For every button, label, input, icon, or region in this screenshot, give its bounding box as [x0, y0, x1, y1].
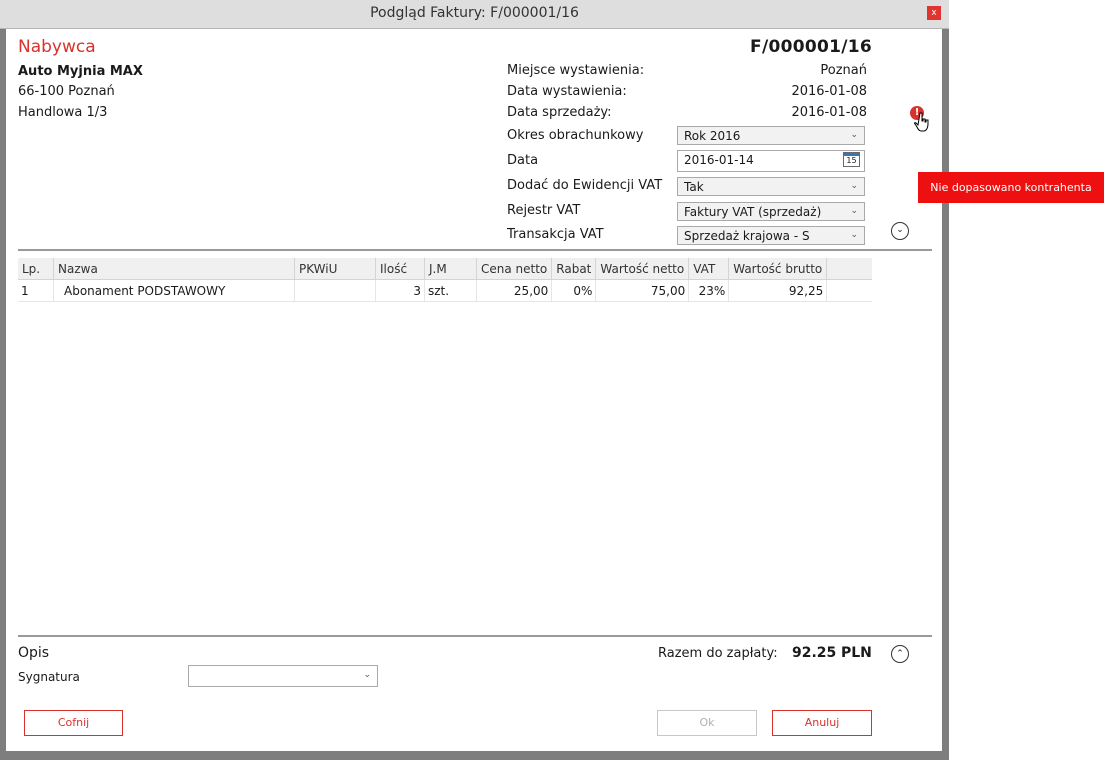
buyer-heading: Nabywca: [18, 37, 96, 57]
column-header[interactable]: Cena netto: [476, 258, 553, 280]
column-header[interactable]: Rabat: [551, 258, 597, 280]
chevron-down-icon: ⌄: [850, 130, 858, 140]
place-label: Miejsce wystawienia:: [507, 63, 645, 78]
total-currency: PLN: [841, 645, 872, 661]
invoice-window: Podgląd Faktury: F/000001/16 x Nabywca A…: [0, 0, 949, 760]
cell-discount: 0%: [551, 279, 597, 302]
buyer-address-line1: 66-100 Poznań: [18, 84, 115, 99]
cell-quantity: 3: [375, 279, 425, 302]
back-button[interactable]: Cofnij: [24, 710, 123, 736]
chevron-down-icon: ⌄: [363, 670, 371, 680]
collapse-up-icon[interactable]: ⌃: [891, 645, 909, 663]
window-title: Podgląd Faktury: F/000001/16: [370, 5, 579, 21]
period-select[interactable]: Rok 2016 ⌄: [677, 126, 865, 145]
footer-separator: [18, 635, 932, 637]
date-label: Data: [507, 153, 539, 168]
column-header[interactable]: J.M: [424, 258, 477, 280]
vat-register-select[interactable]: Faktury VAT (sprzedaż) ⌄: [677, 202, 865, 221]
cell-net-value: 75,00: [595, 279, 690, 302]
column-header[interactable]: Lp.: [18, 258, 54, 280]
column-header[interactable]: Nazwa: [53, 258, 295, 280]
place-value: Poznań: [820, 63, 867, 78]
cancel-button[interactable]: Anuluj: [772, 710, 872, 736]
column-header[interactable]: PKWiU: [294, 258, 376, 280]
invoice-number: F/000001/16: [750, 37, 872, 57]
vat-transaction-select[interactable]: Sprzedaż krajowa - S ⌄: [677, 226, 865, 245]
vat-register-value: Faktury VAT (sprzedaż): [684, 205, 822, 219]
table-row[interactable]: 1 Abonament PODSTAWOWY 3 szt. 25,00 0% 7…: [18, 279, 872, 302]
cell-name: Abonament PODSTAWOWY: [53, 279, 295, 302]
column-header[interactable]: VAT: [688, 258, 730, 280]
column-header[interactable]: Wartość netto: [595, 258, 690, 280]
period-select-value: Rok 2016: [684, 129, 741, 143]
signature-select[interactable]: ⌄: [188, 665, 378, 687]
cell-net-price: 25,00: [476, 279, 553, 302]
buyer-address-line2: Handlowa 1/3: [18, 105, 108, 120]
column-header-filler: [826, 258, 872, 280]
items-table: Lp. Nazwa PKWiU Ilość J.M Cena netto Rab…: [18, 258, 872, 302]
period-label: Okres obrachunkowy: [507, 128, 644, 143]
calendar-icon[interactable]: 15: [843, 152, 860, 167]
column-header[interactable]: Ilość: [375, 258, 425, 280]
buyer-name: Auto Myjnia MAX: [18, 64, 143, 79]
cell-pkwiu: [294, 279, 376, 302]
cell-lp: 1: [18, 279, 54, 302]
cell-gross-value: 92,25: [728, 279, 828, 302]
warning-tooltip: Nie dopasowano kontrahenta: [918, 172, 1104, 203]
vat-transaction-label: Transakcja VAT: [507, 227, 604, 242]
vat-register-add-select[interactable]: Tak ⌄: [677, 177, 865, 196]
chevron-down-icon: ⌄: [850, 181, 858, 191]
vat-register-add-value: Tak: [684, 180, 704, 194]
issue-date-label: Data wystawienia:: [507, 84, 627, 99]
hand-cursor-icon: [914, 112, 929, 132]
sale-date-value: 2016-01-08: [791, 105, 867, 120]
title-bar[interactable]: Podgląd Faktury: F/000001/16 x: [0, 0, 949, 29]
chevron-down-icon: ⌄: [850, 230, 858, 240]
cell-unit: szt.: [424, 279, 477, 302]
signature-label: Sygnatura: [18, 670, 80, 684]
close-button[interactable]: x: [927, 6, 941, 20]
invoice-content: Nabywca Auto Myjnia MAX 66-100 Poznań Ha…: [6, 29, 942, 751]
description-label: Opis: [18, 645, 50, 661]
vat-transaction-value: Sprzedaż krajowa - S: [684, 229, 810, 243]
column-header[interactable]: Wartość brutto: [728, 258, 828, 280]
date-input[interactable]: 2016-01-14 15: [677, 150, 865, 172]
sale-date-label: Data sprzedaży:: [507, 105, 612, 120]
issue-date-value: 2016-01-08: [791, 84, 867, 99]
total-label: Razem do zapłaty:: [658, 646, 778, 661]
header-separator: [18, 249, 932, 251]
date-input-value: 2016-01-14: [684, 153, 754, 167]
table-header-row: Lp. Nazwa PKWiU Ilość J.M Cena netto Rab…: [18, 258, 872, 280]
vat-register-add-label: Dodać do Ewidencji VAT: [507, 178, 663, 193]
total-value: 92.25: [792, 645, 837, 661]
vat-register-label: Rejestr VAT: [507, 203, 581, 218]
chevron-down-icon: ⌄: [850, 206, 858, 216]
cell-vat: 23%: [688, 279, 730, 302]
ok-button[interactable]: Ok: [657, 710, 757, 736]
expand-down-icon[interactable]: ⌄: [891, 222, 909, 240]
cell-filler: [826, 279, 872, 302]
